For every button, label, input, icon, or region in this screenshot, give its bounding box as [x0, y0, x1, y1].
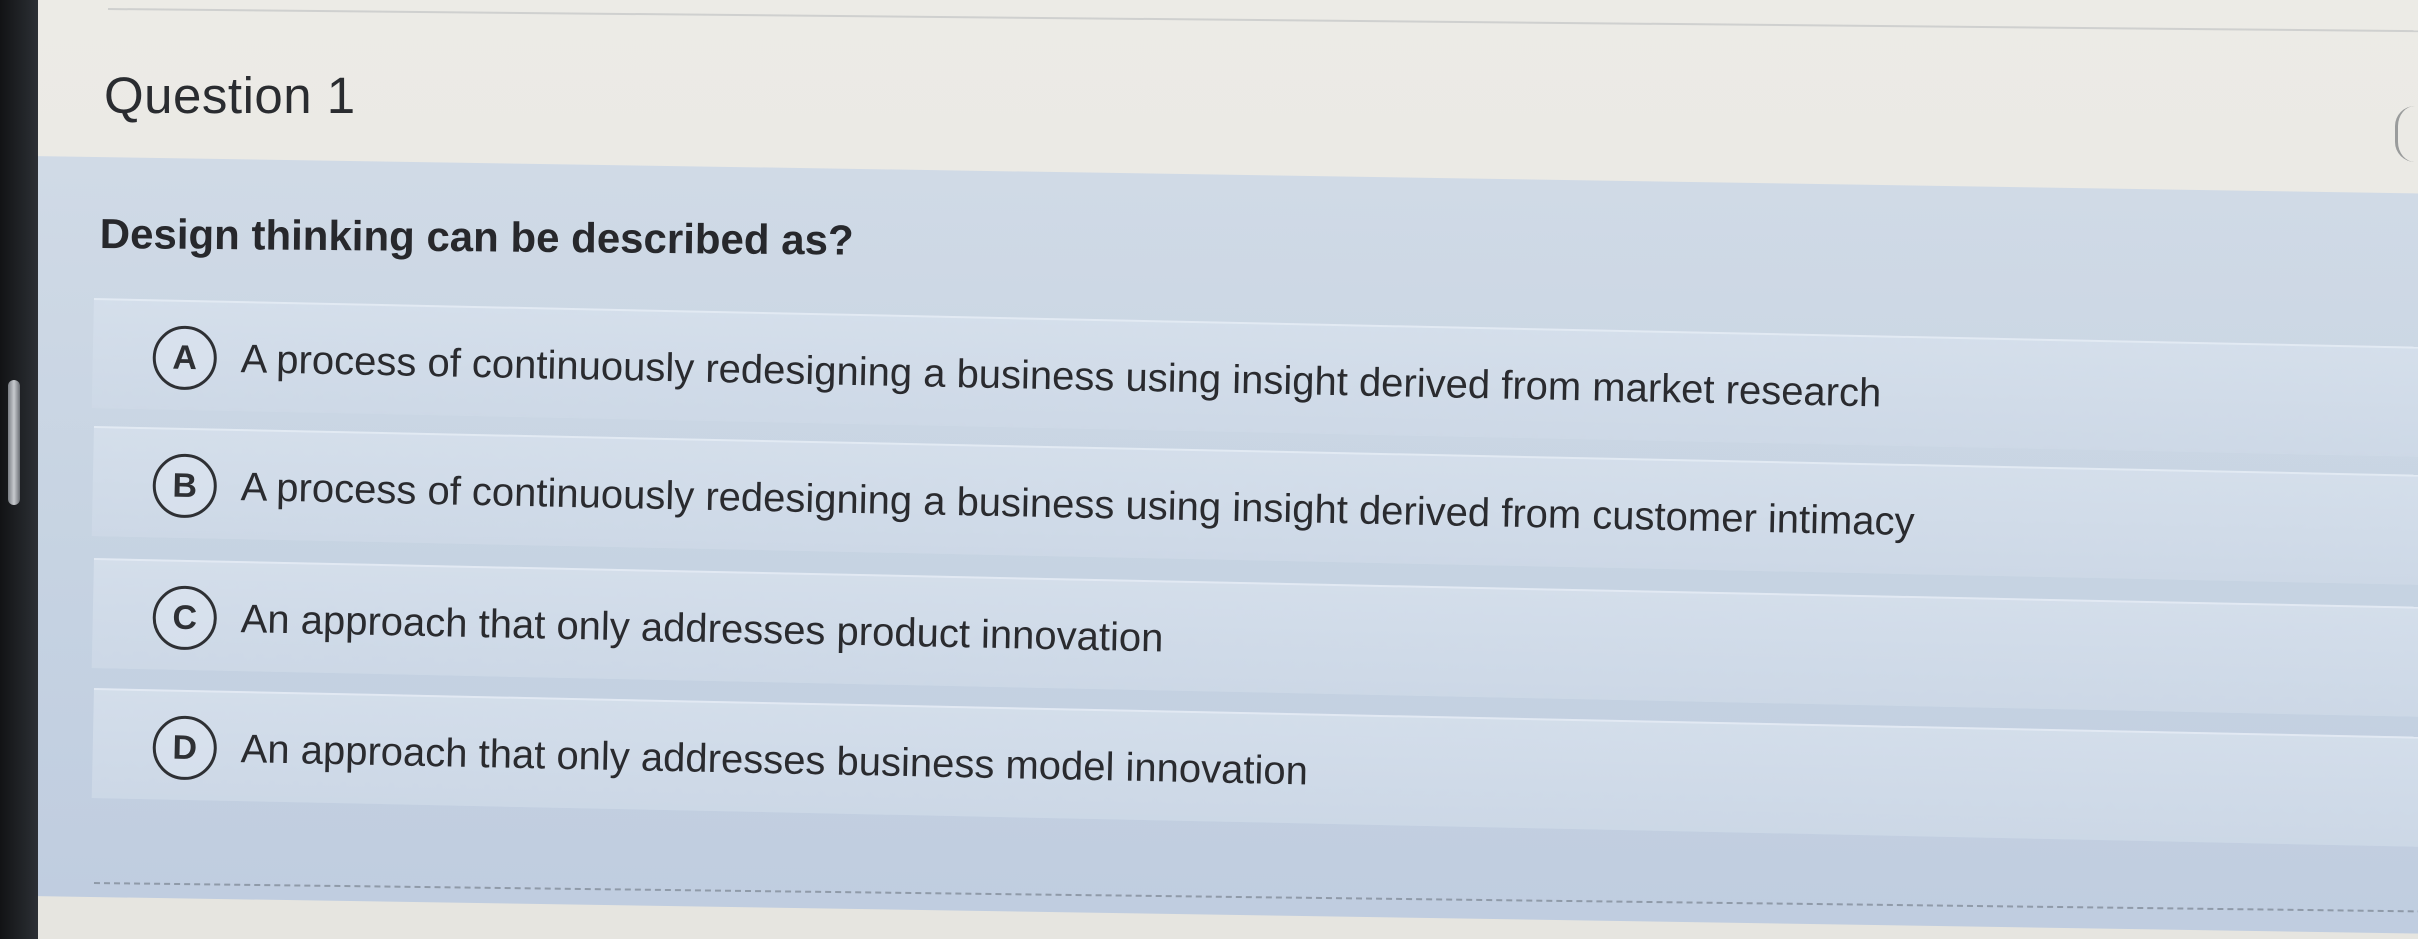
edge-control-icon	[2395, 106, 2418, 162]
question-prompt: Design thinking can be described as?	[99, 210, 854, 264]
screen: Question 1 Design thinking can be descri…	[38, 0, 2418, 939]
option-a-letter[interactable]: A	[152, 325, 218, 391]
device-side-button	[8, 380, 20, 505]
option-d-text[interactable]: An approach that only addresses business…	[240, 727, 1308, 794]
device-bezel	[0, 0, 38, 939]
photo-frame: Question 1 Design thinking can be descri…	[0, 0, 2418, 939]
option-b-letter[interactable]: B	[152, 453, 218, 519]
option-c-text[interactable]: An approach that only addresses product …	[240, 597, 1164, 661]
option-c-letter[interactable]: C	[152, 585, 218, 651]
question-title: Question 1	[104, 67, 356, 124]
option-d-letter[interactable]: D	[152, 715, 218, 781]
option-a-text[interactable]: A process of continuously redesigning a …	[240, 337, 1881, 416]
top-divider	[107, 8, 2418, 33]
option-b-text[interactable]: A process of continuously redesigning a …	[240, 465, 1915, 545]
